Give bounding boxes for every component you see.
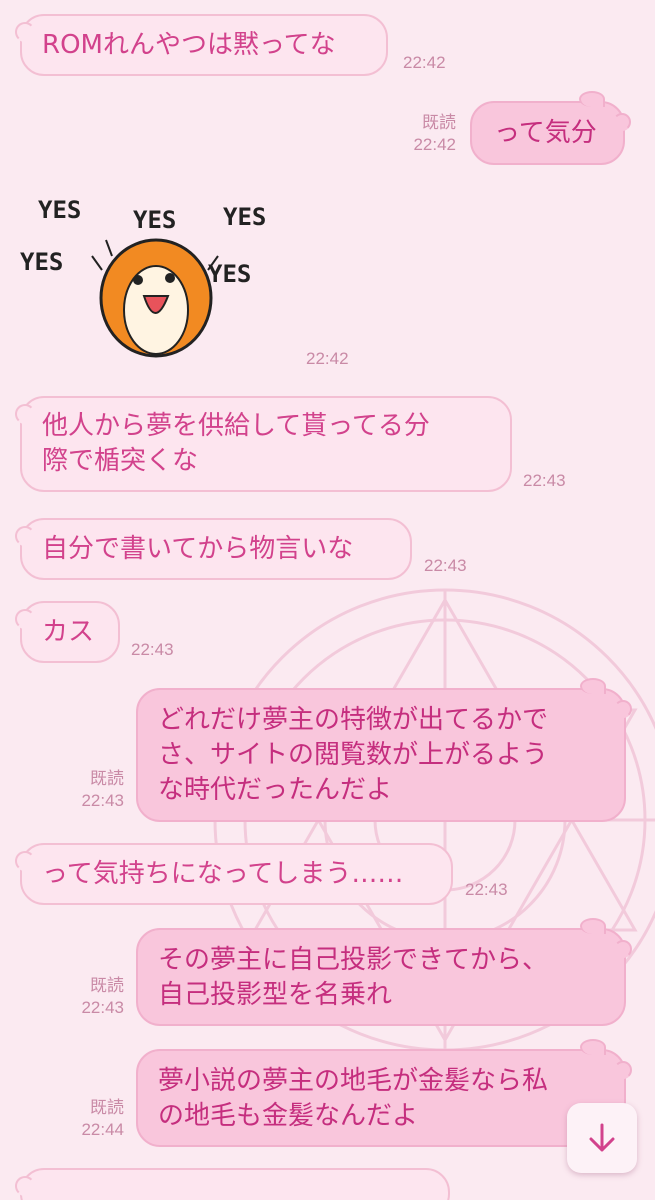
message-bubble[interactable]: 他人から夢を供給して貰ってる分 際で楯突くな (15, 396, 512, 492)
sticker-word: YES (20, 248, 63, 276)
sticker-word: YES (208, 260, 251, 288)
message-meta: 既読 22:43 (48, 975, 124, 1019)
message-meta: 22:42 (403, 52, 446, 74)
message-bubble[interactable]: 自分で書いてから物言いな (15, 518, 412, 580)
message-time: 22:43 (131, 640, 174, 659)
message-text: どれだけ夢主の特徴が出てるかで (158, 705, 549, 735)
sticker-word: YES (133, 206, 176, 234)
message-text: ROMれんやつは黙ってな (42, 30, 336, 60)
message-bubble[interactable]: 夢小説の夢主の地毛が金髪なら私 の地毛も金髪なんだよ (136, 1039, 632, 1147)
message-bubble[interactable]: どれだけ夢主の特徴が出てるかで さ、サイトの閲覧数が上がるよう な時代だったんだ… (136, 678, 632, 822)
message-text: の地毛も金髪なんだよ (158, 1101, 419, 1131)
message-time: 22:42 (306, 349, 349, 368)
read-receipt: 既読 (90, 1098, 124, 1117)
message-text: 自己投影型を名乗れ (158, 980, 393, 1010)
scroll-to-bottom-button[interactable] (567, 1103, 637, 1173)
message-meta: 22:43 (424, 555, 467, 577)
message-text: 他人から夢を供給して貰ってる分 (42, 411, 430, 441)
chat-screen: ROMれんやつは黙ってな 22:42 既読 22:42 って気分 YES YES… (0, 0, 655, 1200)
message-meta: 22:43 (465, 879, 508, 901)
message-text: 際で楯突くな (42, 446, 199, 476)
message-meta: 22:43 (131, 639, 174, 661)
sticker-word: YES (38, 196, 81, 224)
message-text: って気分 (494, 118, 597, 148)
message-bubble[interactable]: って気分 (470, 91, 631, 165)
message-bubble[interactable]: って気持ちになってしまう…… (15, 843, 453, 905)
message-time: 22:43 (465, 880, 508, 899)
message-meta: 22:43 (523, 470, 566, 492)
message-meta: 既読 22:44 (48, 1097, 124, 1141)
message-meta: 既読 22:43 (48, 768, 124, 812)
read-receipt: 既読 (422, 113, 456, 132)
message-bubble[interactable]: その夢主に自己投影できてから、 自己投影型を名乗れ (136, 918, 632, 1026)
message-bubble[interactable]: ROMれんやつは黙ってな (15, 14, 388, 76)
message-text: 自分で書いてから物言いな (42, 534, 354, 564)
message-text: な時代だったんだよ (158, 775, 393, 805)
message-text: さ、サイトの閲覧数が上がるよう (158, 740, 549, 770)
read-receipt: 既読 (90, 976, 124, 995)
sticker-word: YES (223, 203, 266, 231)
message-text: カス (42, 617, 95, 647)
message-meta: 既読 22:42 (380, 112, 456, 156)
message-text: その夢主に自己投影できてから、 (158, 945, 549, 975)
message-time: 22:42 (413, 135, 456, 154)
message-time: 22:44 (81, 1120, 124, 1139)
message-text: 夢小説の夢主の地毛が金髪なら私 (158, 1066, 549, 1096)
read-receipt: 既読 (90, 769, 124, 788)
hamster-sticker-icon[interactable]: YES YES YES YES YES (18, 190, 288, 370)
message-text: って気持ちになってしまう…… (42, 859, 404, 889)
message-bubble-partial[interactable] (15, 1168, 450, 1200)
message-time: 22:43 (523, 471, 566, 490)
message-time: 22:43 (424, 556, 467, 575)
message-time: 22:42 (403, 53, 446, 72)
message-time: 22:43 (81, 791, 124, 810)
message-bubble[interactable]: カス (15, 601, 120, 663)
arrow-down-icon (589, 1123, 615, 1152)
message-meta: 22:42 (306, 348, 349, 370)
message-time: 22:43 (81, 998, 124, 1017)
